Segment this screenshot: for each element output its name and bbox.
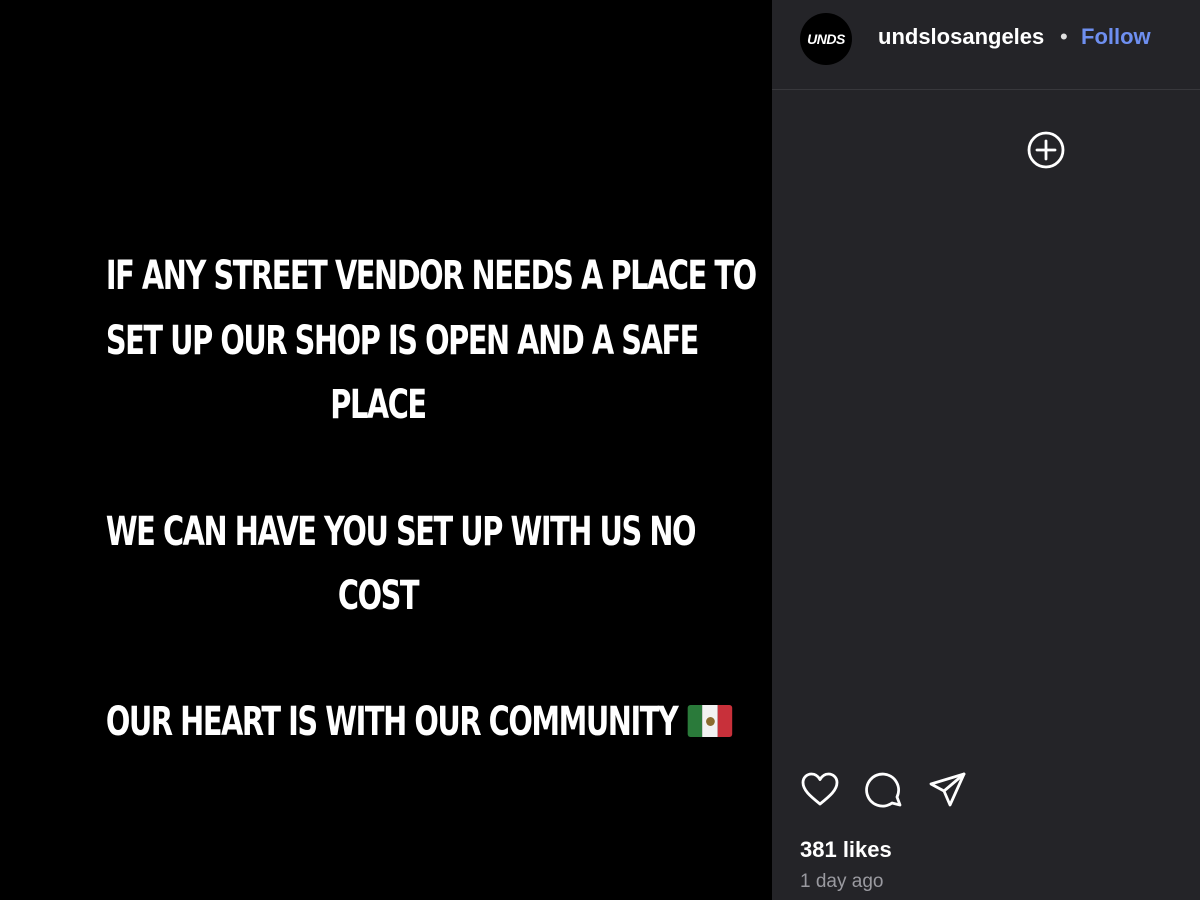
separator-dot: • bbox=[1060, 24, 1068, 49]
avatar[interactable]: UNDS bbox=[800, 13, 852, 65]
follow-button[interactable]: Follow bbox=[1081, 24, 1151, 50]
post-header: UNDS undslosangeles • Follow bbox=[772, 0, 1200, 90]
action-bar bbox=[800, 770, 992, 810]
post-text-line: COST bbox=[337, 573, 420, 619]
username-link[interactable]: undslosangeles bbox=[878, 24, 1044, 50]
mexico-flag-icon bbox=[687, 705, 733, 737]
post-side-panel: UNDS undslosangeles • Follow 381 likes 1… bbox=[772, 0, 1200, 900]
comment-icon[interactable] bbox=[864, 770, 904, 810]
avatar-logo-text: UNDS bbox=[807, 31, 845, 47]
post-text-line: PLACE bbox=[330, 382, 427, 428]
post-timestamp[interactable]: 1 day ago bbox=[800, 871, 883, 893]
instagram-post-view: IF ANY STREET VENDOR NEEDS A PLACE TO SE… bbox=[0, 0, 1200, 900]
plus-circle-icon[interactable] bbox=[1026, 130, 1066, 170]
post-media: IF ANY STREET VENDOR NEEDS A PLACE TO SE… bbox=[0, 0, 772, 900]
likes-count[interactable]: 381 likes bbox=[800, 837, 892, 863]
post-text-line: IF ANY STREET VENDOR NEEDS A PLACE TO bbox=[105, 253, 757, 299]
post-text-line: WE CAN HAVE YOU SET UP WITH US NO bbox=[105, 509, 697, 555]
share-icon[interactable] bbox=[928, 770, 968, 810]
post-text-line: OUR HEART IS WITH OUR COMMUNITY bbox=[105, 699, 679, 745]
post-text-line-last: OUR HEART IS WITH OUR COMMUNITY bbox=[106, 698, 733, 746]
heart-icon[interactable] bbox=[800, 770, 840, 810]
post-text-line: SET UP OUR SHOP IS OPEN AND A SAFE bbox=[105, 318, 700, 364]
